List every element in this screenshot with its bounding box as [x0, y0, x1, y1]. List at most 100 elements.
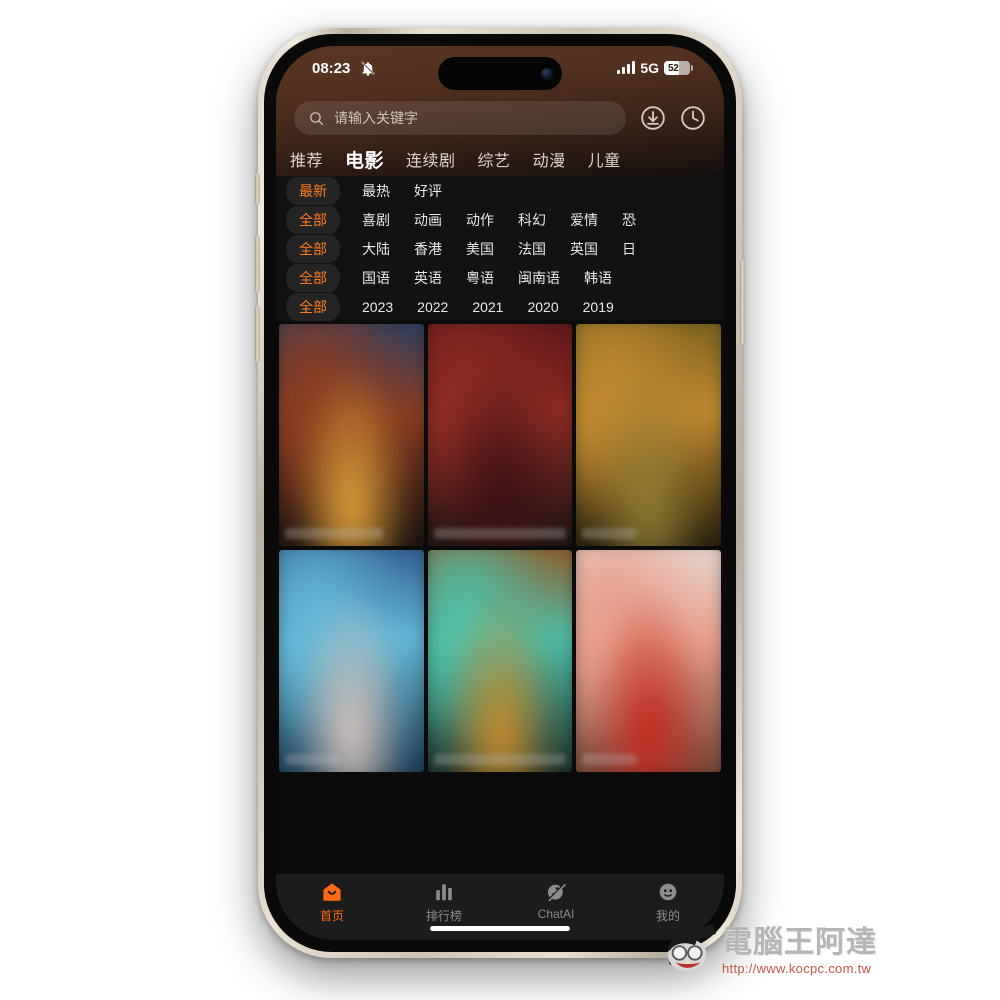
filter-item-region-1[interactable]: 香港	[402, 235, 454, 263]
filter-area: 最新 最热 好评 全部 喜剧 动画 动作 科幻 爱情恐全部 大陆 香港 美国 法国 英国日全部 国语 英语 粤语…	[276, 176, 724, 321]
poster-grid[interactable]	[276, 322, 724, 874]
category-tab-2[interactable]: 连续剧	[406, 147, 456, 171]
filter-chip-genre[interactable]: 全部	[286, 206, 340, 234]
app-header: 08:23 5G 52 请输入关键字 推荐 电影 连续剧 综艺 动漫 儿童	[276, 46, 724, 176]
download-circle-icon[interactable]	[640, 105, 666, 131]
filter-item-region-3[interactable]: 法国	[506, 235, 558, 263]
filter-chip-year[interactable]: 全部	[286, 293, 340, 321]
dynamic-island	[438, 57, 562, 90]
battery-level-label: 52	[668, 62, 679, 74]
poster-image	[279, 324, 424, 546]
tab-label: ChatAI	[537, 907, 575, 921]
volume-down-button[interactable]	[255, 306, 260, 362]
poster-title	[433, 754, 567, 765]
filter-item-year-1[interactable]: 2022	[405, 294, 460, 320]
filter-item-genre-2[interactable]: 动作	[454, 206, 506, 234]
poster-image	[279, 550, 424, 772]
filter-row-region: 全部 大陆 香港 美国 法国 英国日	[276, 235, 724, 263]
poster-title	[285, 528, 384, 539]
poster-card[interactable]	[427, 324, 573, 546]
status-bar-right: 5G 52	[617, 60, 693, 76]
person-face-icon	[659, 883, 677, 901]
filter-item-genre-4[interactable]: 爱情	[558, 206, 610, 234]
filter-row-year: 全部 2023 2022 2021 2020 2019	[276, 293, 724, 321]
poster-title	[285, 754, 340, 765]
filter-item-language-4[interactable]: 韩语	[572, 264, 624, 292]
filter-item-language-3[interactable]: 闽南语	[506, 264, 572, 292]
poster-title	[582, 528, 638, 539]
poster-image	[576, 550, 721, 772]
watermark-title: 電腦王阿達	[722, 924, 877, 960]
filter-item-year-4[interactable]: 2019	[571, 294, 626, 320]
phone-bezel: 08:23 5G 52 请输入关键字 推荐 电影 连续剧 综艺 动漫 儿童 最新…	[264, 34, 736, 952]
home-icon	[323, 883, 341, 901]
tab-item-0[interactable]: 首页	[276, 881, 388, 924]
filter-item-region-0[interactable]: 大陆	[350, 235, 402, 263]
status-time: 08:23	[312, 59, 351, 77]
search-row: 请输入关键字	[276, 98, 724, 138]
bell-slash-icon	[361, 60, 376, 76]
filter-item-genre-5[interactable]: 恐	[610, 206, 648, 234]
signal-bars-icon	[617, 61, 636, 74]
poster-image	[427, 324, 573, 546]
watermark-text: 電腦王阿達 http://www.kocpc.com.tw	[722, 924, 877, 976]
home-indicator	[430, 926, 570, 931]
filter-item-region-4[interactable]: 英国	[558, 235, 610, 263]
filter-row-sort: 最新 最热 好评	[276, 177, 724, 205]
filter-item-sort-1[interactable]: 好评	[402, 177, 454, 205]
search-placeholder: 请输入关键字	[334, 110, 418, 126]
search-input[interactable]: 请输入关键字	[294, 101, 626, 135]
poster-card[interactable]	[576, 324, 721, 546]
filter-item-year-0[interactable]: 2023	[350, 294, 405, 320]
poster-card[interactable]	[279, 550, 424, 772]
poster-image	[576, 324, 721, 546]
poster-image	[427, 550, 573, 772]
category-tab-4[interactable]: 动漫	[533, 147, 566, 171]
category-tab-1[interactable]: 电影	[345, 146, 384, 173]
phone-device: 08:23 5G 52 请输入关键字 推荐 电影 连续剧 综艺 动漫 儿童 最新…	[255, 28, 745, 958]
poster-card[interactable]	[427, 550, 573, 772]
filter-chip-language[interactable]: 全部	[286, 264, 340, 292]
category-tab-3[interactable]: 综艺	[478, 147, 511, 171]
tab-label: 排行榜	[425, 909, 462, 923]
volume-up-button[interactable]	[255, 236, 260, 292]
filter-chip-sort[interactable]: 最新	[286, 177, 340, 205]
status-bar-left: 08:23	[312, 60, 381, 77]
silent-switch-button[interactable]	[255, 174, 260, 204]
category-tabs[interactable]: 推荐 电影 连续剧 综艺 动漫 儿童	[276, 142, 724, 176]
status-bar: 08:23 5G 52	[276, 46, 724, 90]
filter-item-genre-0[interactable]: 喜剧	[350, 206, 402, 234]
site-watermark: 電腦王阿達 http://www.kocpc.com.tw	[662, 916, 992, 986]
filter-item-year-2[interactable]: 2021	[460, 294, 515, 320]
tab-item-2[interactable]: ChatAI	[500, 881, 612, 921]
watermark-url: http://www.kocpc.com.tw	[722, 960, 872, 976]
tab-item-1[interactable]: 排行榜	[388, 881, 500, 924]
poster-card[interactable]	[279, 324, 424, 546]
chart-bars-icon	[436, 884, 452, 901]
battery-icon: 52	[664, 61, 693, 75]
poster-card[interactable]	[576, 550, 721, 772]
network-type-label: 5G	[640, 60, 659, 76]
filter-row-language: 全部 国语 英语 粤语 闽南语 韩语	[276, 264, 724, 292]
filter-item-sort-0[interactable]: 最热	[350, 177, 402, 205]
category-tab-0[interactable]: 推荐	[290, 147, 323, 171]
filter-row-genre: 全部 喜剧 动画 动作 科幻 爱情恐	[276, 206, 724, 234]
phone-screen: 08:23 5G 52 请输入关键字 推荐 电影 连续剧 综艺 动漫 儿童 最新…	[276, 46, 724, 940]
planet-icon	[547, 883, 566, 902]
mascot-icon	[662, 922, 720, 980]
history-clock-icon[interactable]	[680, 105, 706, 131]
filter-item-language-2[interactable]: 粤语	[454, 264, 506, 292]
filter-chip-region[interactable]: 全部	[286, 235, 340, 263]
filter-item-genre-3[interactable]: 科幻	[506, 206, 558, 234]
front-camera-icon	[541, 67, 553, 80]
poster-title	[433, 528, 567, 539]
poster-title	[582, 754, 638, 765]
filter-item-genre-1[interactable]: 动画	[402, 206, 454, 234]
filter-item-year-3[interactable]: 2020	[515, 294, 570, 320]
filter-item-language-0[interactable]: 国语	[350, 264, 402, 292]
filter-item-region-5[interactable]: 日	[610, 235, 648, 263]
filter-item-language-1[interactable]: 英语	[402, 264, 454, 292]
power-button[interactable]	[740, 260, 745, 344]
category-tab-5[interactable]: 儿童	[588, 147, 621, 171]
filter-item-region-2[interactable]: 美国	[454, 235, 506, 263]
